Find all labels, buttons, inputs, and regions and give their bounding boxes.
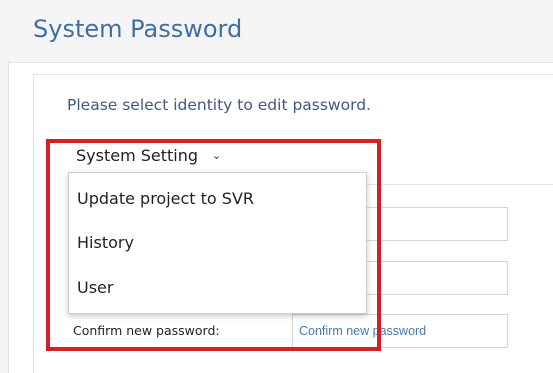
menu-item-update-project[interactable]: Update project to SVR (77, 189, 254, 208)
panel-divider (360, 184, 553, 185)
menu-item-user[interactable]: User (77, 278, 113, 297)
page-header: System Password (0, 0, 553, 63)
menu-item-history[interactable]: History (77, 233, 134, 252)
confirm-password-input[interactable] (292, 314, 508, 348)
confirm-password-row: Confirm new password: (70, 314, 510, 350)
confirm-password-label: Confirm new password: (73, 323, 220, 338)
page-title: System Password (33, 15, 243, 43)
identity-select-value: System Setting (76, 146, 199, 165)
system-password-page: System Password Please select identity t… (0, 0, 553, 373)
identity-prompt: Please select identity to edit password. (67, 96, 371, 114)
left-gutter (0, 62, 9, 373)
identity-select[interactable]: System Setting ⌄ (76, 146, 221, 165)
chevron-down-icon: ⌄ (212, 149, 222, 162)
identity-dropdown-menu: Update project to SVR History User (68, 172, 367, 314)
